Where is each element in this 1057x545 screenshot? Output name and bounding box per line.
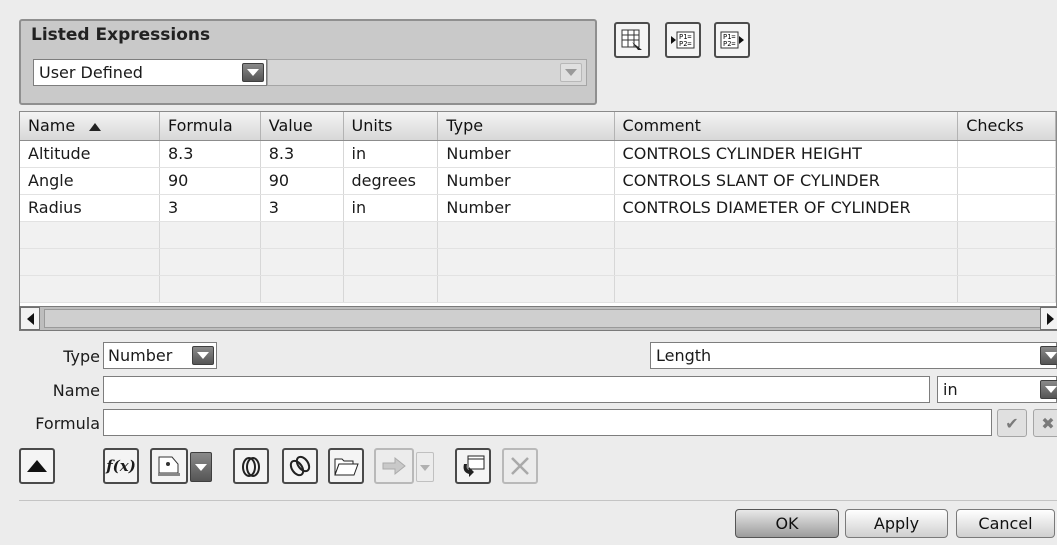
- chevron-down-icon: [560, 63, 582, 82]
- apply-button[interactable]: Apply: [845, 509, 948, 538]
- export-expressions-icon[interactable]: P1= P2=: [714, 22, 750, 58]
- cell-units: in: [343, 140, 439, 168]
- type-select[interactable]: Number: [103, 342, 217, 369]
- spreadsheet-edit-icon[interactable]: [614, 22, 650, 58]
- group-title: Listed Expressions: [31, 25, 211, 45]
- cell-value: 90: [260, 167, 344, 195]
- empty-row: [20, 221, 1056, 249]
- cell-checks: [957, 167, 1056, 195]
- formula-label: Formula: [35, 414, 100, 433]
- cell-units: degrees: [343, 167, 439, 195]
- type-select-value: Number: [108, 346, 173, 365]
- empty-row: [20, 248, 1056, 276]
- cell-value: 8.3: [260, 140, 344, 168]
- link-expression-button[interactable]: [455, 448, 491, 484]
- collapse-up-button[interactable]: [19, 448, 55, 484]
- chevron-down-icon[interactable]: [1040, 346, 1057, 365]
- arrow-right-icon: [382, 456, 406, 476]
- filter-select-value: User Defined: [39, 63, 143, 82]
- scrollbar-thumb[interactable]: [44, 309, 1044, 328]
- name-input[interactable]: [103, 376, 930, 403]
- folder-open-icon: [334, 458, 359, 476]
- reference-button[interactable]: [233, 448, 269, 484]
- cell-name: Radius: [20, 194, 160, 222]
- horizontal-scrollbar[interactable]: [19, 306, 1057, 331]
- measure-icon: [158, 456, 180, 476]
- reject-x-icon[interactable]: ✖: [1033, 409, 1057, 437]
- chevron-down-icon: [420, 465, 430, 471]
- chevron-down-icon[interactable]: [192, 346, 214, 365]
- svg-text:P2=: P2=: [723, 40, 736, 48]
- column-header-units[interactable]: Units: [343, 112, 439, 141]
- cell-checks: [957, 194, 1056, 222]
- function-button[interactable]: f(x): [103, 448, 139, 484]
- expressions-table: Name Formula Value Units Type Comment Ch…: [19, 111, 1057, 311]
- delete-button: [502, 448, 538, 484]
- dimension-select[interactable]: Length: [650, 342, 1057, 369]
- chevron-down-icon: [195, 464, 207, 471]
- cell-comment: CONTROLS CYLINDER HEIGHT: [614, 140, 959, 168]
- column-header-label: Name: [28, 116, 76, 136]
- table-row[interactable]: Radius 3 3 in Number CONTROLS DIAMETER O…: [20, 194, 1056, 222]
- listed-expressions-group: Listed Expressions User Defined: [19, 19, 597, 105]
- column-header-type[interactable]: Type: [437, 112, 615, 141]
- cancel-button[interactable]: Cancel: [956, 509, 1055, 538]
- column-header-comment[interactable]: Comment: [614, 112, 959, 141]
- ok-button[interactable]: OK: [735, 509, 839, 538]
- type-label: Type: [63, 347, 100, 366]
- column-header-value[interactable]: Value: [260, 112, 344, 141]
- empty-row: [20, 275, 1056, 303]
- cell-formula: 8.3: [159, 140, 261, 168]
- cell-name: Angle: [20, 167, 160, 195]
- formula-input[interactable]: [103, 409, 992, 436]
- cell-type: Number: [437, 194, 615, 222]
- transfer-dropdown: [416, 452, 434, 482]
- cell-comment: CONTROLS DIAMETER OF CYLINDER: [614, 194, 959, 222]
- secondary-filter-select: [267, 59, 587, 86]
- cell-formula: 90: [159, 167, 261, 195]
- dimension-select-value: Length: [656, 346, 712, 365]
- transfer-button: [374, 448, 414, 484]
- measure-dropdown[interactable]: [190, 452, 212, 482]
- link-button[interactable]: [282, 448, 318, 484]
- cell-units: in: [343, 194, 439, 222]
- column-header-formula[interactable]: Formula: [159, 112, 261, 141]
- scroll-left-icon[interactable]: [20, 307, 40, 330]
- cell-checks: [957, 140, 1056, 168]
- column-header-checks[interactable]: Checks: [957, 112, 1056, 141]
- accept-check-icon[interactable]: ✔: [997, 409, 1027, 437]
- window-link-icon: [463, 455, 485, 477]
- cell-value: 3: [260, 194, 344, 222]
- gear-link-icon: [242, 457, 260, 477]
- svg-text:P2=: P2=: [679, 40, 692, 48]
- cell-formula: 3: [159, 194, 261, 222]
- open-file-button[interactable]: [328, 448, 364, 484]
- delete-x-icon: [511, 457, 529, 475]
- units-select[interactable]: in: [937, 376, 1057, 403]
- table-row[interactable]: Angle 90 90 degrees Number CONTROLS SLAN…: [20, 167, 1056, 195]
- cell-name: Altitude: [20, 140, 160, 168]
- separator: [19, 500, 1057, 501]
- scroll-right-icon[interactable]: [1040, 307, 1057, 330]
- chain-link-icon: [289, 455, 311, 477]
- measure-button[interactable]: [150, 448, 188, 484]
- cell-type: Number: [437, 167, 615, 195]
- units-select-value: in: [943, 380, 958, 399]
- import-expressions-icon[interactable]: P1= P2=: [665, 22, 701, 58]
- triangle-up-icon: [27, 460, 47, 472]
- filter-select[interactable]: User Defined: [33, 59, 267, 86]
- name-label: Name: [52, 381, 100, 400]
- column-header-name[interactable]: Name: [20, 112, 160, 141]
- cell-type: Number: [437, 140, 615, 168]
- cell-comment: CONTROLS SLANT OF CYLINDER: [614, 167, 959, 195]
- sort-ascending-icon: [89, 122, 102, 131]
- table-header-row: Name Formula Value Units Type Comment Ch…: [20, 112, 1056, 141]
- table-row[interactable]: Altitude 8.3 8.3 in Number CONTROLS CYLI…: [20, 140, 1056, 168]
- chevron-down-icon[interactable]: [242, 63, 264, 82]
- chevron-down-icon[interactable]: [1040, 380, 1057, 399]
